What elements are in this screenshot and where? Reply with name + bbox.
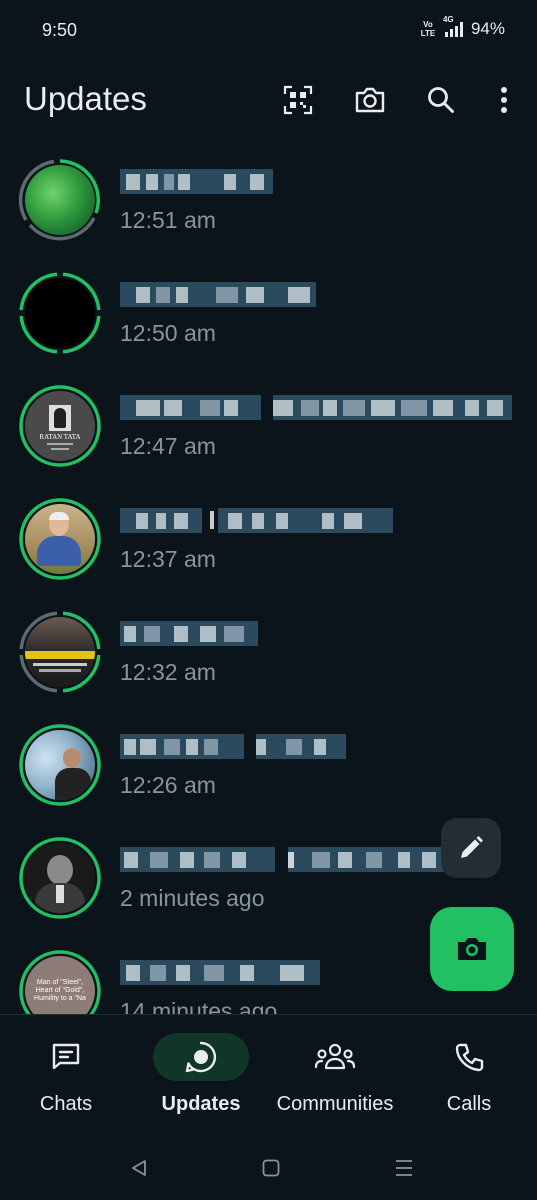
status-item[interactable]: 12:51 am: [0, 140, 537, 253]
status-time: 12:26 am: [120, 772, 216, 798]
more-vert-icon[interactable]: [486, 82, 522, 118]
recents-icon[interactable]: [390, 1154, 418, 1182]
system-nav-bar: [0, 1130, 537, 1200]
status-indicators: Vo LTE 4G 94%: [419, 15, 505, 39]
status-item[interactable]: 12:26 am: [0, 705, 537, 818]
status-time: 12:37 am: [120, 546, 216, 572]
status-ring: Man of "Steel", Heart of "Gold", Humilit…: [18, 949, 102, 1014]
contact-name-redacted: [120, 621, 258, 646]
battery-level: 94%: [470, 19, 505, 38]
status-ring: [18, 723, 102, 807]
status-time: 12:47 am: [120, 433, 216, 459]
contact-name-redacted: [273, 395, 512, 420]
updates-screen: 9:50 Vo LTE 4G 94% Updates 12:51 am 12:5…: [0, 0, 537, 1200]
status-ring: [18, 610, 102, 694]
home-icon[interactable]: [257, 1154, 285, 1182]
avatar: [25, 843, 95, 913]
app-header: Updates: [0, 62, 537, 138]
contact-name-redacted: [120, 395, 261, 420]
new-text-status-button[interactable]: [441, 818, 501, 878]
contact-name-redacted: [210, 508, 218, 533]
nav-label: Chats: [39, 1093, 93, 1115]
chats-icon: [52, 1043, 80, 1070]
updates-icon: [185, 1041, 217, 1073]
status-item[interactable]: RATAN TATA 12:47 am: [0, 366, 537, 479]
status-ring: [18, 497, 102, 581]
contact-name-redacted: [288, 847, 444, 872]
network-type: 4G: [442, 15, 454, 24]
communities-icon: [314, 1043, 356, 1070]
nav-updates[interactable]: Updates: [153, 1015, 249, 1131]
status-time: 2 minutes ago: [120, 885, 265, 911]
back-icon[interactable]: [125, 1154, 153, 1182]
bottom-nav: Chats Updates Communities Calls: [0, 1014, 537, 1130]
search-icon[interactable]: [423, 82, 459, 118]
status-item[interactable]: 12:32 am: [0, 592, 537, 705]
camera-icon: [458, 938, 486, 960]
status-time: 12:32 am: [120, 659, 216, 685]
avatar: [25, 165, 95, 235]
contact-name-redacted: [120, 282, 316, 307]
contact-name-redacted: [120, 169, 273, 194]
pencil-icon: [461, 836, 483, 858]
qr-scan-icon[interactable]: [280, 82, 316, 118]
avatar: Man of "Steel", Heart of "Gold", Humilit…: [25, 956, 95, 1014]
avatar: [25, 730, 95, 800]
nav-label: Communities: [276, 1093, 394, 1115]
avatar: [25, 278, 95, 348]
avatar: [25, 617, 95, 687]
contact-name-redacted: [120, 508, 202, 533]
contact-name-redacted: [120, 960, 320, 985]
avatar-caption: Man of "Steel", Heart of "Gold", Humilit…: [34, 979, 86, 1002]
nav-chats[interactable]: Chats: [18, 1015, 114, 1131]
status-ring: [18, 836, 102, 920]
signal-icon: 4G: [443, 15, 463, 37]
nav-label: Calls: [446, 1093, 492, 1115]
camera-icon[interactable]: [352, 82, 388, 118]
contact-name-redacted: [120, 734, 244, 759]
status-time: 14 minutes ago: [120, 998, 278, 1014]
status-item[interactable]: 12:50 am: [0, 253, 537, 366]
nav-label: Updates: [161, 1093, 241, 1115]
status-item[interactable]: 12:37 am: [0, 479, 537, 592]
calls-icon: [455, 1043, 484, 1072]
contact-name-redacted: [218, 508, 393, 533]
clock: 9:50: [42, 20, 78, 40]
status-bar: 9:50 Vo LTE 4G 94%: [0, 0, 537, 62]
page-title: Updates: [24, 80, 147, 117]
status-ring: [18, 271, 102, 355]
avatar: [25, 504, 95, 574]
status-list: 12:51 am 12:50 am RATAN TATA 12:47 am 12…: [0, 140, 537, 1014]
nav-communities[interactable]: Communities: [272, 1015, 398, 1131]
contact-name-redacted: [256, 734, 346, 759]
nav-calls[interactable]: Calls: [421, 1015, 517, 1131]
contact-name-redacted: [120, 847, 275, 872]
volte-indicator: Vo LTE: [420, 20, 436, 38]
avatar: RATAN TATA: [25, 391, 95, 461]
status-ring: RATAN TATA: [18, 384, 102, 468]
new-camera-status-button[interactable]: [430, 907, 514, 991]
avatar-caption: RATAN TATA: [39, 433, 81, 441]
status-ring: [18, 158, 102, 242]
status-time: 12:51 am: [120, 207, 216, 233]
status-time: 12:50 am: [120, 320, 216, 346]
